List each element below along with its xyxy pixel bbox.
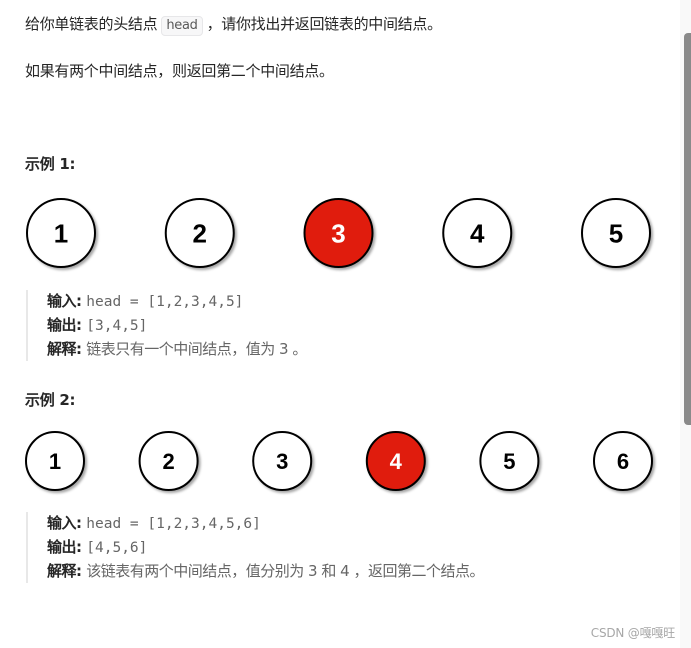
example-2-blockquote: 输入: head = [1,2,3,4,5,6] 输出: [4,5,6] 解释:…	[26, 512, 484, 583]
statement-text-after: ，请你找出并返回链表的中间结点。	[206, 15, 443, 33]
node-middle-highlighted: 3	[303, 198, 374, 268]
example-2-linked-list-diagram: 1 2 3 4 5 6	[25, 431, 653, 491]
input-value: head = [1,2,3,4,5,6]	[86, 516, 261, 532]
explain-label: 解释:	[47, 340, 82, 358]
node-value: 2	[162, 449, 174, 474]
explain-label: 解释:	[47, 562, 82, 580]
example-1-linked-list-diagram: 1 2 3 4 5	[26, 198, 651, 268]
node-value: 5	[503, 449, 515, 474]
output-value: [3,4,5]	[86, 318, 148, 334]
input-value: head = [1,2,3,4,5]	[86, 294, 244, 310]
node: 2	[138, 431, 199, 491]
node-middle-highlighted: 4	[365, 431, 426, 491]
example-1-title: 示例 1:	[25, 155, 76, 173]
node: 1	[25, 431, 85, 491]
node-value: 5	[609, 218, 623, 248]
node-value: 3	[331, 218, 345, 248]
example-2-explanation: 解释: 该链表有两个中间结点，值分别为 3 和 4 ，返回第二个结点。	[47, 560, 484, 583]
node-value: 3	[276, 449, 288, 474]
csdn-watermark: CSDN @嘎嘎旺	[590, 626, 675, 640]
example-1-explanation: 解释: 链表只有一个中间结点，值为 3 。	[47, 338, 307, 361]
example-1-output: 输出: [3,4,5]	[47, 314, 307, 338]
example-1-blockquote: 输入: head = [1,2,3,4,5] 输出: [3,4,5] 解释: 链…	[26, 290, 307, 361]
node: 5	[479, 431, 540, 491]
node: 2	[164, 198, 235, 268]
node-value: 1	[49, 449, 61, 474]
statement-text-before: 给你单链表的头结点	[25, 15, 158, 33]
scrollbar-thumb[interactable]	[684, 33, 691, 425]
node-value: 1	[54, 218, 68, 248]
node-value: 4	[470, 218, 485, 248]
problem-statement: 给你单链表的头结点 head ，请你找出并返回链表的中间结点。	[25, 13, 442, 36]
node: 5	[581, 198, 651, 268]
node-value: 2	[193, 218, 207, 248]
explain-value: 该链表有两个中间结点，值分别为 3 和 4 ，返回第二个结点。	[86, 562, 484, 580]
node: 4	[442, 198, 513, 268]
node-value: 4	[390, 449, 403, 474]
input-label: 输入:	[47, 292, 82, 310]
problem-note: 如果有两个中间结点，则返回第二个中间结点。	[25, 62, 334, 80]
node: 3	[252, 431, 313, 491]
output-value: [4,5,6]	[86, 540, 148, 556]
node: 6	[593, 431, 653, 491]
example-2-output: 输出: [4,5,6]	[47, 536, 484, 560]
output-label: 输出:	[47, 316, 82, 334]
node: 1	[26, 198, 96, 268]
node-value: 6	[617, 449, 629, 474]
output-label: 输出:	[47, 538, 82, 556]
input-label: 输入:	[47, 514, 82, 532]
explain-value: 链表只有一个中间结点，值为 3 。	[86, 340, 307, 358]
example-2-title: 示例 2:	[25, 391, 76, 409]
example-2-input: 输入: head = [1,2,3,4,5,6]	[47, 512, 484, 536]
code-head: head	[161, 16, 203, 36]
example-1-input: 输入: head = [1,2,3,4,5]	[47, 290, 307, 314]
